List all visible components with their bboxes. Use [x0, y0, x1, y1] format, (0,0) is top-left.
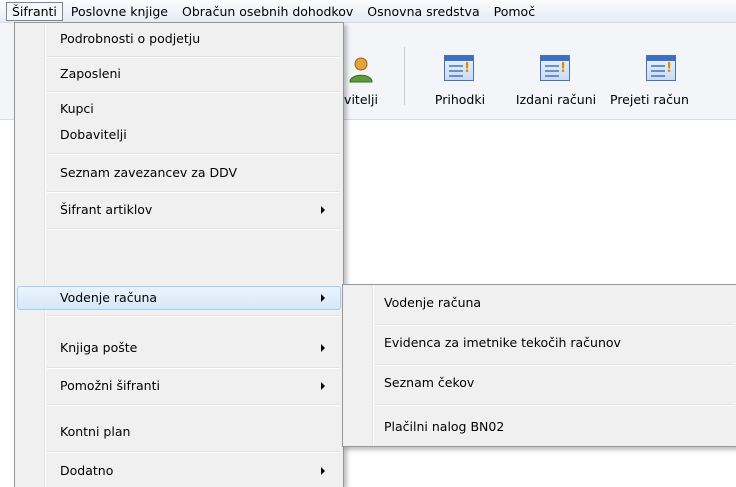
submenu-arrow-icon: [321, 206, 325, 214]
menu-sifranti[interactable]: Šifranti: [6, 1, 63, 21]
submenu-item-seznam-cekov[interactable]: Seznam čekov: [345, 371, 736, 395]
submenu-arrow-icon: [321, 294, 325, 302]
submenu-item-evidenca-za-imetnike-tekocih-racunov[interactable]: Evidenca za imetnike tekočih računov: [345, 331, 736, 355]
menu-separator: [47, 56, 339, 58]
menu-item-label: Vodenje računa: [60, 290, 158, 305]
menu-item-dodatno[interactable]: Dodatno: [17, 459, 341, 483]
menu-separator: [47, 451, 339, 453]
submenu-arrow-icon: [321, 344, 325, 352]
menu-osnovna-sredstva[interactable]: Osnovna sredstva: [361, 2, 485, 21]
submenu-arrow-icon: [321, 467, 325, 475]
menu-item-kontni-plan[interactable]: Kontni plan: [17, 420, 341, 444]
menu-item-label: Dodatno: [60, 463, 114, 478]
menu-item-kupci[interactable]: Kupci: [17, 97, 341, 121]
menu-bar: Šifranti Poslovne knjige Obračun osebnih…: [0, 0, 736, 23]
menu-separator: [47, 91, 339, 93]
menu-pomoc[interactable]: Pomoč: [488, 2, 541, 21]
menu-item-label: Seznam zavezancev za DDV: [60, 165, 238, 180]
menu-item-label: Zaposleni: [60, 66, 121, 81]
submenu-item-placilni-nalog-bn02[interactable]: Plačilni nalog BN02: [345, 415, 736, 439]
toolbar-button-prihodki[interactable]: ! Prihodki: [416, 23, 504, 119]
menu-separator: [375, 404, 732, 406]
submenu-item-label: Seznam čekov: [384, 375, 475, 390]
submenu-arrow-icon: [321, 382, 325, 390]
vodenje-racuna-submenu: Vodenje računa Evidenca za imetnike teko…: [342, 284, 736, 447]
menu-item-seznam-zavezancev-za-ddv[interactable]: Seznam zavezancev za DDV: [17, 161, 341, 185]
submenu-item-vodenje-racuna[interactable]: Vodenje računa: [345, 291, 736, 315]
menu-item-sifrant-artiklov[interactable]: Šifrant artiklov: [17, 198, 341, 222]
toolbar-button-izdani-racuni[interactable]: ! Izdani računi: [508, 23, 604, 119]
menu-item-label: Podrobnosti o podjetju: [60, 31, 201, 46]
menu-separator: [47, 404, 339, 406]
menu-item-label: Kontni plan: [60, 424, 131, 439]
document-icon: !: [540, 55, 572, 83]
menu-separator: [47, 367, 339, 369]
menu-item-pomozni-sifranti[interactable]: Pomožni šifranti: [17, 374, 341, 398]
menu-item-zaposleni[interactable]: Zaposleni: [17, 62, 341, 86]
submenu-item-label: Evidenca za imetnike tekočih računov: [384, 335, 621, 350]
person-icon: [345, 55, 377, 83]
menu-item-knjiga-poste[interactable]: Knjiga pošte: [17, 336, 341, 360]
toolbar-button-prejeti-racuni[interactable]: ! Prejeti račun: [608, 23, 716, 119]
submenu-item-label: Plačilni nalog BN02: [384, 419, 505, 434]
menu-separator: [47, 228, 339, 230]
toolbar-label: Izdani računi: [515, 92, 597, 107]
menu-item-label: Pomožni šifranti: [60, 378, 160, 393]
menu-item-vodenje-racuna[interactable]: Vodenje računa: [17, 286, 341, 310]
menu-separator: [375, 324, 732, 326]
sifranti-dropdown-menu: Podrobnosti o podjetju Zaposleni Kupci D…: [14, 22, 344, 487]
menu-separator: [47, 191, 339, 193]
menu-separator: [47, 315, 339, 317]
document-icon: !: [444, 55, 476, 83]
toolbar-label: Prihodki: [434, 92, 486, 107]
submenu-item-label: Vodenje računa: [384, 295, 482, 310]
menu-item-dobavitelji[interactable]: Dobavitelji: [17, 123, 341, 147]
menu-item-label: Dobavitelji: [60, 127, 127, 142]
menu-item-label: Šifrant artiklov: [60, 202, 153, 217]
toolbar-label: Prejeti račun: [610, 92, 689, 107]
document-icon: !: [646, 55, 678, 83]
menu-poslovne-knjige[interactable]: Poslovne knjige: [65, 2, 174, 21]
menu-obracun-osebnih-dohodkov[interactable]: Obračun osebnih dohodkov: [176, 2, 359, 21]
menu-separator: [47, 153, 339, 155]
menu-gutter: [44, 23, 46, 487]
menu-item-label: Kupci: [60, 101, 94, 116]
menu-item-label: Knjiga pošte: [60, 340, 138, 355]
menu-separator: [375, 364, 732, 366]
menu-item-podrobnosti-o-podjetju[interactable]: Podrobnosti o podjetju: [17, 27, 341, 51]
toolbar-separator: [404, 47, 405, 105]
